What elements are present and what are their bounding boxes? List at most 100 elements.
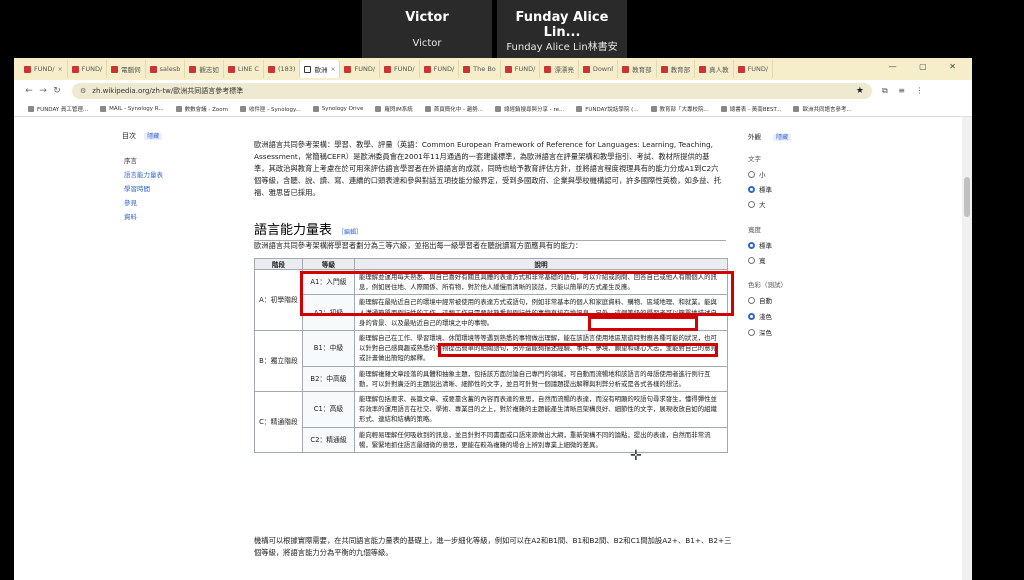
radio-icon[interactable]: [748, 201, 755, 208]
close-icon[interactable]: ×: [58, 66, 63, 73]
bookmark-item[interactable]: MAIL - Synology R...: [100, 106, 164, 112]
browser-tab[interactable]: LINE C: [224, 60, 264, 78]
text-size-large[interactable]: 大: [748, 199, 766, 209]
annotation-box: [438, 343, 718, 357]
browser-tab[interactable]: salesb: [146, 60, 186, 78]
width-wide[interactable]: 寬: [748, 255, 766, 265]
tab-favicon-icon: [582, 65, 590, 73]
bookmark-item[interactable]: FUNDAY 員工管理...: [28, 105, 88, 113]
level-cell: C2：精通級: [302, 426, 355, 454]
tab-favicon-icon: [463, 65, 471, 73]
toc-item[interactable]: 序言: [124, 155, 137, 165]
tab-favicon-icon: [227, 65, 235, 73]
browser-tab[interactable]: (183): [264, 60, 301, 78]
text-size-small[interactable]: 小: [748, 169, 766, 179]
browser-tab[interactable]: FUND/: [68, 60, 108, 78]
url-text: zh.wikipedia.org/zh-tw/歐洲共同語言參考標準: [92, 87, 244, 95]
scrollbar[interactable]: [962, 117, 972, 580]
text-size-standard[interactable]: 標準: [748, 184, 772, 194]
column-header: 等級: [302, 258, 355, 270]
toc-item[interactable]: 參見: [124, 197, 137, 207]
toc-item[interactable]: 語言能力量表: [124, 169, 163, 179]
annotation-box: [300, 271, 734, 316]
browser-tab[interactable]: FUND/×: [20, 60, 68, 78]
description-cell: 能向輕易理解任何吸收到的訊息，並且針對不同書面或口語來源做出大綱，重新架構不同的…: [354, 426, 728, 454]
bookmark-item[interactable]: 首頁簡化中 - 趨勢...: [424, 105, 483, 113]
browser-tab[interactable]: 真人教: [695, 60, 734, 78]
bookmark-item[interactable]: 教育部「大專校院...: [650, 105, 709, 113]
stage-cell: B：獨立階段: [254, 330, 303, 393]
browser-tab[interactable]: 觀志如: [185, 60, 224, 78]
bookmark-star-icon[interactable]: ★: [856, 86, 864, 96]
participant-tile[interactable]: Funday Alice Lin... Funday Alice Lin林書安: [497, 0, 627, 58]
tab-favicon-icon: [699, 65, 707, 73]
bookmark-item[interactable]: 數數會議 - Zoom: [175, 105, 228, 113]
appearance-hide-button[interactable]: 隱藏: [773, 134, 792, 141]
table-row: B2：中高級 能理解複雜文章段落的具體和抽象主題，包括該方面討論自己專門的領域，…: [255, 365, 728, 393]
browser-tab[interactable]: FUND/: [734, 60, 774, 78]
bookmark-icon: [312, 106, 319, 112]
browser-tab-active[interactable]: 歐洲 ×: [300, 60, 341, 78]
browser-tab[interactable]: FUND/: [340, 60, 381, 78]
level-cell: B2：中高級: [302, 365, 355, 393]
stage-cell: C：精通階段: [254, 391, 303, 454]
browser-tab[interactable]: FUND/: [380, 60, 420, 78]
extensions-icon[interactable]: ⧉ ≡ ⋮: [882, 86, 928, 96]
browser-tab[interactable]: FUND/: [501, 60, 541, 78]
participant-tile[interactable]: Victor Victor: [362, 0, 492, 58]
reload-icon[interactable]: ↻: [50, 86, 64, 96]
browser-tab[interactable]: 漂漂亮: [540, 60, 579, 78]
radio-icon[interactable]: [748, 329, 755, 336]
bookmark-icon: [175, 106, 182, 112]
toc-item[interactable]: 學習時間: [124, 183, 150, 193]
participant-name-large: Funday Alice Lin...: [515, 10, 609, 40]
bookmarks-bar: FUNDAY 員工管理... MAIL - Synology R... 數數會議…: [14, 102, 972, 117]
address-bar[interactable]: ⚙ zh.wikipedia.org/zh-tw/歐洲共同語言參考標準 ★: [72, 83, 872, 99]
bookmark-item[interactable]: 總經銷搜尋與分享 - re...: [494, 105, 564, 113]
footer-paragraph: 機構可以根據實際需要，在共同語言能力量表的基礎上，進一步細化等級，例如可以在A2…: [254, 536, 732, 557]
color-light[interactable]: 淺色: [748, 311, 772, 321]
bookmark-item[interactable]: FUNDAY說話學院 (...: [576, 105, 639, 113]
browser-tab[interactable]: 電腦伺: [107, 60, 146, 78]
forward-icon[interactable]: →: [36, 86, 50, 96]
radio-selected-icon[interactable]: [748, 242, 755, 249]
site-info-icon[interactable]: ⚙: [80, 87, 86, 95]
bookmark-icon: [576, 106, 583, 112]
participant-name-large: Victor: [405, 10, 449, 25]
browser-tab[interactable]: Downl: [579, 60, 619, 78]
bookmark-item[interactable]: Synology Drive: [312, 106, 363, 112]
radio-icon[interactable]: [748, 297, 755, 304]
appearance-title: 外觀: [748, 133, 761, 141]
bookmark-item[interactable]: 羅閃IM系統: [375, 105, 413, 113]
back-icon[interactable]: ←: [22, 86, 36, 96]
bookmark-item[interactable]: 歐洲共同語言參考...: [793, 105, 852, 113]
bookmark-icon: [650, 106, 657, 112]
browser-tab[interactable]: FUND/: [420, 60, 460, 78]
toc-item[interactable]: 資料: [124, 211, 137, 221]
color-dark[interactable]: 深色: [748, 327, 772, 337]
screen: Victor Victor Funday Alice Lin... Funday…: [0, 0, 1024, 580]
edit-link[interactable]: ［編輯］: [338, 229, 362, 236]
browser-tab[interactable]: 教育部: [618, 60, 657, 78]
color-auto[interactable]: 自動: [748, 295, 772, 305]
width-label: 寬度: [748, 226, 761, 234]
tab-favicon-icon: [504, 65, 512, 73]
scrollbar-thumb[interactable]: [964, 177, 970, 217]
radio-selected-icon[interactable]: [748, 313, 755, 320]
bookmark-item[interactable]: 總書表 - 黃南BEST...: [720, 105, 781, 113]
radio-selected-icon[interactable]: [748, 186, 755, 193]
window-controls[interactable]: — ▢ ✕: [889, 62, 966, 71]
tab-favicon-icon: [660, 65, 668, 73]
browser-tab[interactable]: 教育部: [657, 60, 696, 78]
radio-icon[interactable]: [748, 171, 755, 178]
radio-icon[interactable]: [748, 257, 755, 264]
column-header: 說明: [354, 258, 728, 270]
width-standard[interactable]: 標準: [748, 240, 772, 250]
tab-favicon-icon: [344, 65, 352, 73]
bookmark-item[interactable]: 收件匣 - Synology...: [240, 105, 301, 113]
toc-hide-button[interactable]: 隱藏: [144, 133, 163, 140]
close-icon[interactable]: ×: [330, 66, 335, 73]
browser-tab[interactable]: The Bo: [459, 60, 501, 78]
toc-title: 目次: [122, 132, 136, 140]
description-cell: 能理解複雜文章段落的具體和抽象主題，包括該方面討論自己專門的領域，可自動而流暢地…: [354, 365, 728, 393]
